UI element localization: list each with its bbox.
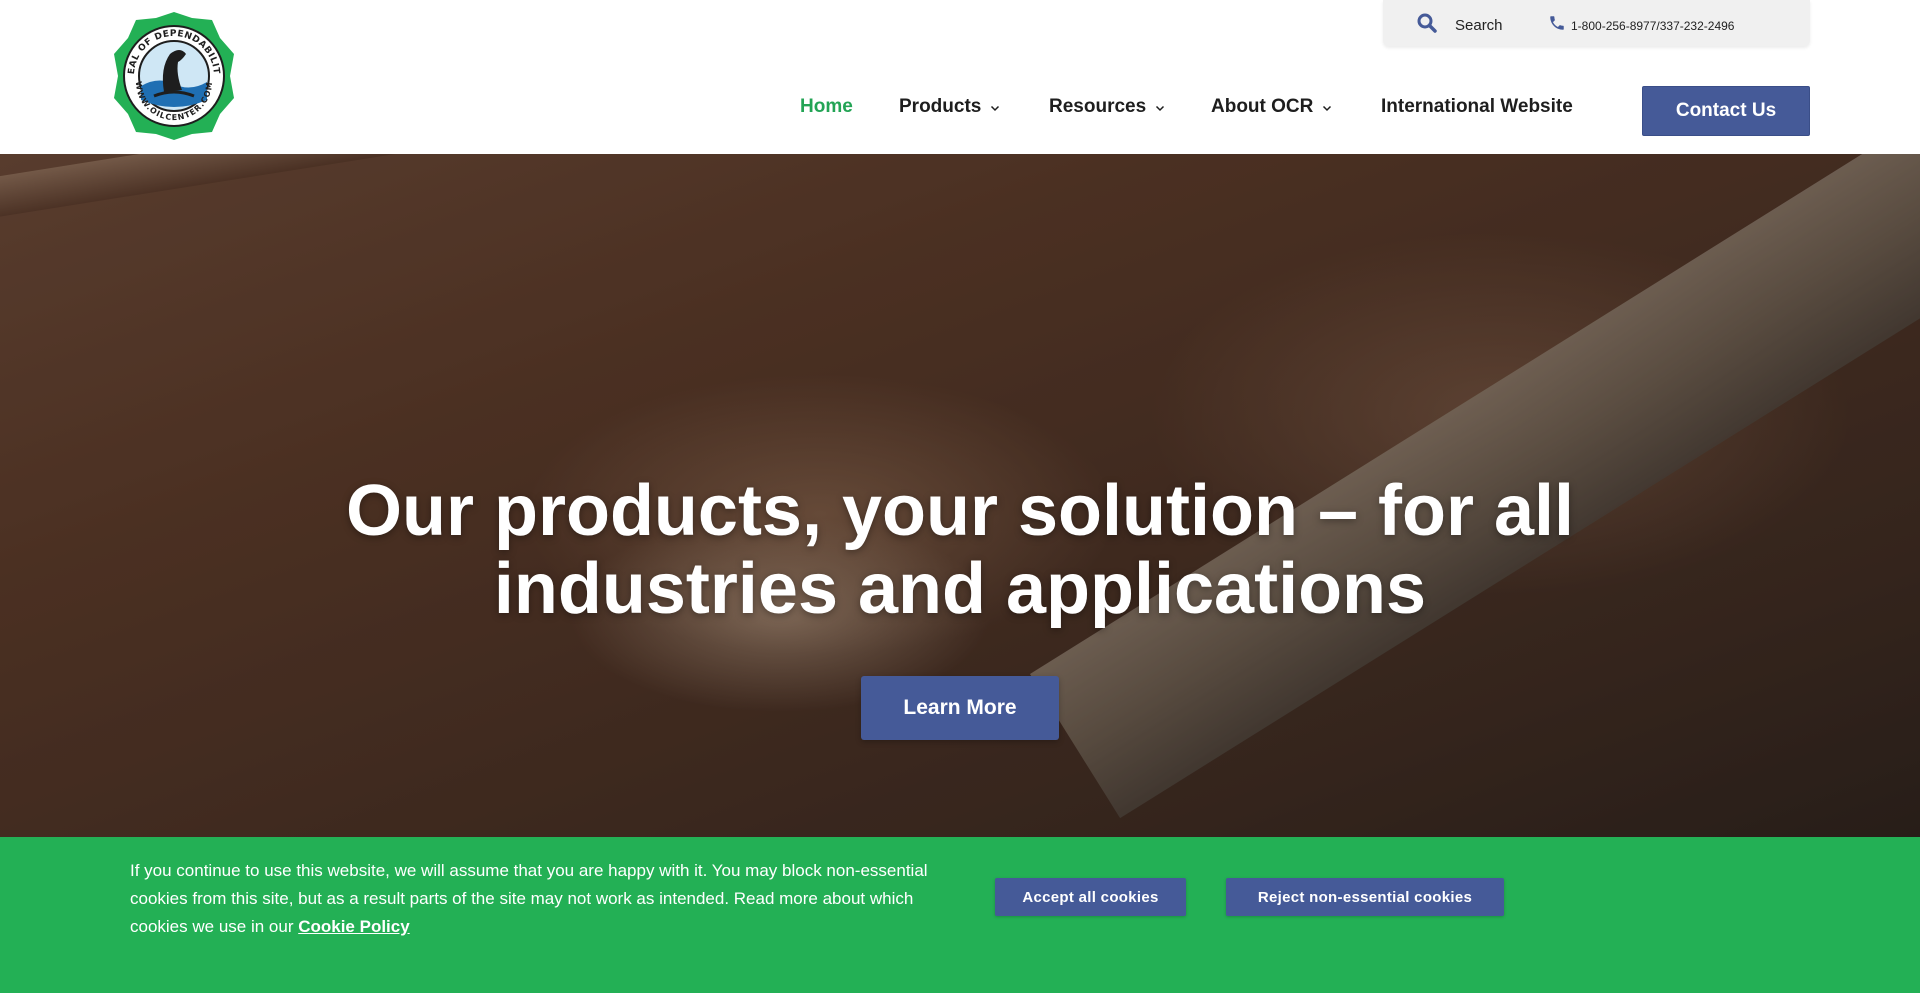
hero-title-line-1: Our products, your solution – for all: [345, 471, 1575, 551]
chevron-down-icon: [1155, 96, 1165, 118]
phone-icon: [1548, 14, 1566, 37]
search-button[interactable]: Search: [1417, 13, 1503, 38]
site-header: SEAL OF DEPENDABILITY WWW.OILCENTER.COM …: [0, 0, 1920, 154]
cookie-message: If you continue to use this website, we …: [130, 857, 945, 941]
search-icon: [1417, 13, 1437, 38]
nav-item-international[interactable]: International Website: [1381, 96, 1573, 118]
nav-item-label: Products: [899, 96, 982, 117]
nav-item-label: International Website: [1381, 96, 1573, 117]
accept-cookies-button[interactable]: Accept all cookies: [995, 878, 1186, 916]
hero-title: Our products, your solution – for all in…: [300, 472, 1620, 628]
chevron-down-icon: [990, 96, 1000, 118]
nav-item-label: About OCR: [1211, 96, 1314, 117]
reject-cookies-button[interactable]: Reject non-essential cookies: [1226, 878, 1504, 916]
nav-item-home[interactable]: Home: [800, 96, 853, 118]
nav-item-about[interactable]: About OCR: [1211, 96, 1332, 118]
phone-link[interactable]: 1-800-256-8977/337-232-2496: [1548, 14, 1734, 37]
phone-number: 1-800-256-8977/337-232-2496: [1571, 18, 1735, 33]
nav-item-label: Resources: [1049, 96, 1147, 117]
nav-item-label: Home: [800, 96, 853, 117]
hero-banner: Our products, your solution – for all in…: [0, 154, 1920, 837]
nav-item-resources[interactable]: Resources: [1049, 96, 1165, 118]
contact-us-button[interactable]: Contact Us: [1642, 86, 1810, 136]
hero-title-line-2: industries and applications: [493, 549, 1427, 629]
cookie-message-text: If you continue to use this website, we …: [130, 861, 928, 936]
learn-more-button[interactable]: Learn More: [861, 676, 1059, 740]
search-label: Search: [1455, 17, 1503, 34]
cookie-policy-link[interactable]: Cookie Policy: [298, 917, 409, 936]
nav-item-products[interactable]: Products: [899, 96, 1000, 118]
utility-bar: Search 1-800-256-8977/337-232-2496: [1383, 0, 1810, 46]
cookie-banner: If you continue to use this website, we …: [0, 837, 1920, 993]
main-nav: Home Products Resources About OCR Intern…: [0, 96, 1920, 124]
chevron-down-icon: [1322, 96, 1332, 118]
